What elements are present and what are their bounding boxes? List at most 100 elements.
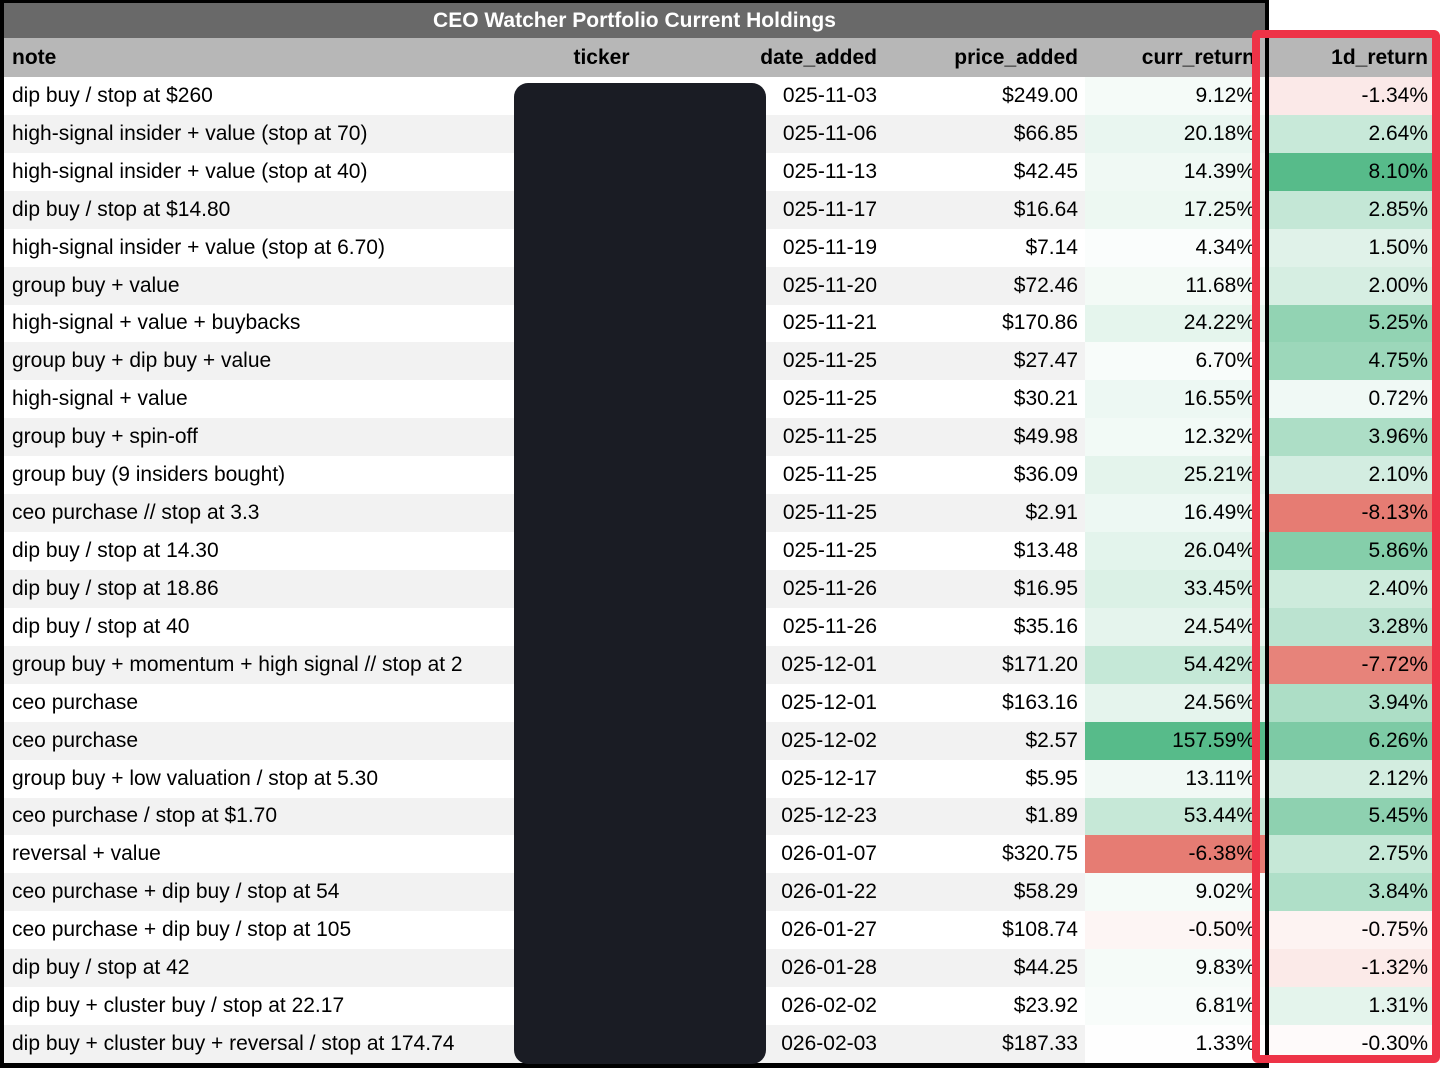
note-cell[interactable]: high-signal + value — [4, 380, 513, 418]
note-cell[interactable]: high-signal + value + buybacks — [4, 305, 513, 343]
1d-return-cell[interactable]: -0.30% — [1269, 1025, 1434, 1063]
note-cell[interactable]: dip buy + cluster buy + reversal / stop … — [4, 1025, 513, 1063]
table-title[interactable]: CEO Watcher Portfolio Current Holdings — [4, 3, 1265, 38]
note-cell[interactable]: group buy (9 insiders bought) — [4, 456, 513, 494]
price-added-cell[interactable]: $171.20 — [884, 646, 1085, 684]
1d-return-cell[interactable]: 1.50% — [1269, 228, 1434, 267]
curr-return-cell[interactable]: 6.81% — [1085, 987, 1265, 1026]
1d-return-cell[interactable]: 5.25% — [1269, 304, 1434, 343]
price-added-cell[interactable]: $36.09 — [884, 456, 1085, 494]
price-added-cell[interactable]: $66.85 — [884, 115, 1085, 153]
1d-return-cell[interactable]: -7.72% — [1269, 645, 1434, 684]
curr-return-cell[interactable]: 53.44% — [1085, 797, 1265, 836]
curr-return-cell[interactable]: 17.25% — [1085, 190, 1265, 229]
1d-return-cell[interactable]: 8.10% — [1269, 152, 1434, 191]
note-cell[interactable]: ceo purchase + dip buy / stop at 105 — [4, 911, 513, 949]
header-curr-return[interactable]: curr_return — [1085, 38, 1265, 77]
price-added-cell[interactable]: $16.64 — [884, 191, 1085, 229]
price-added-cell[interactable]: $5.95 — [884, 760, 1085, 798]
note-cell[interactable]: ceo purchase // stop at 3.3 — [4, 494, 513, 532]
curr-return-cell[interactable]: 24.54% — [1085, 607, 1265, 646]
curr-return-cell[interactable]: 6.70% — [1085, 342, 1265, 381]
note-cell[interactable]: high-signal insider + value (stop at 70) — [4, 115, 513, 153]
price-added-cell[interactable]: $170.86 — [884, 305, 1085, 343]
price-added-cell[interactable]: $23.92 — [884, 987, 1085, 1025]
price-added-cell[interactable]: $2.91 — [884, 494, 1085, 532]
price-added-cell[interactable]: $249.00 — [884, 77, 1085, 115]
curr-return-cell[interactable]: 24.56% — [1085, 683, 1265, 722]
note-cell[interactable]: dip buy / stop at 18.86 — [4, 570, 513, 608]
note-cell[interactable]: ceo purchase — [4, 722, 513, 760]
curr-return-cell[interactable]: 33.45% — [1085, 569, 1265, 608]
price-added-cell[interactable]: $2.57 — [884, 722, 1085, 760]
note-cell[interactable]: dip buy / stop at $260 — [4, 77, 513, 115]
header-note[interactable]: note — [4, 38, 513, 77]
1d-return-cell[interactable]: 2.40% — [1269, 569, 1434, 608]
1d-return-cell[interactable]: 2.12% — [1269, 759, 1434, 798]
curr-return-cell[interactable]: 9.02% — [1085, 873, 1265, 912]
curr-return-cell[interactable]: 20.18% — [1085, 114, 1265, 153]
price-added-cell[interactable]: $58.29 — [884, 873, 1085, 911]
note-cell[interactable]: reversal + value — [4, 835, 513, 873]
curr-return-cell[interactable]: 25.21% — [1085, 456, 1265, 495]
curr-return-cell[interactable]: 16.55% — [1085, 380, 1265, 419]
1d-return-cell[interactable]: 2.64% — [1269, 114, 1434, 153]
1d-return-cell[interactable]: 5.86% — [1269, 532, 1434, 570]
1d-return-cell[interactable]: 3.94% — [1269, 683, 1434, 722]
curr-return-cell[interactable]: 157.59% — [1085, 721, 1265, 760]
note-cell[interactable]: group buy + low valuation / stop at 5.30 — [4, 760, 513, 798]
1d-return-cell[interactable]: 3.96% — [1269, 418, 1434, 457]
note-cell[interactable]: dip buy / stop at 14.30 — [4, 532, 513, 570]
price-added-cell[interactable]: $1.89 — [884, 798, 1085, 836]
header-price-added[interactable]: price_added — [884, 38, 1085, 77]
curr-return-cell[interactable]: 16.49% — [1085, 494, 1265, 533]
curr-return-cell[interactable]: 1.33% — [1085, 1025, 1265, 1063]
price-added-cell[interactable]: $163.16 — [884, 684, 1085, 722]
note-cell[interactable]: dip buy / stop at 42 — [4, 949, 513, 987]
header-date-added[interactable]: date_added — [690, 38, 884, 77]
note-cell[interactable]: group buy + dip buy + value — [4, 342, 513, 380]
1d-return-cell[interactable]: 5.45% — [1269, 797, 1434, 836]
1d-return-cell[interactable]: 3.28% — [1269, 607, 1434, 646]
1d-return-cell[interactable]: 2.85% — [1269, 190, 1434, 229]
note-cell[interactable]: group buy + value — [4, 267, 513, 305]
price-added-cell[interactable]: $49.98 — [884, 418, 1085, 456]
curr-return-cell[interactable]: 4.34% — [1085, 228, 1265, 267]
1d-return-cell[interactable]: -8.13% — [1269, 494, 1434, 533]
1d-return-cell[interactable]: 2.00% — [1269, 266, 1434, 305]
price-added-cell[interactable]: $108.74 — [884, 911, 1085, 949]
1d-return-cell[interactable]: -0.75% — [1269, 911, 1434, 950]
1d-return-cell[interactable]: 3.84% — [1269, 873, 1434, 912]
note-cell[interactable]: group buy + momentum + high signal // st… — [4, 646, 513, 684]
note-cell[interactable]: group buy + spin-off — [4, 418, 513, 456]
1d-return-cell[interactable]: 1.31% — [1269, 987, 1434, 1026]
note-cell[interactable]: ceo purchase — [4, 684, 513, 722]
price-added-cell[interactable]: $72.46 — [884, 267, 1085, 305]
note-cell[interactable]: high-signal insider + value (stop at 40) — [4, 153, 513, 191]
price-added-cell[interactable]: $35.16 — [884, 608, 1085, 646]
note-cell[interactable]: ceo purchase / stop at $1.70 — [4, 798, 513, 836]
curr-return-cell[interactable]: 14.39% — [1085, 152, 1265, 191]
1d-return-cell[interactable]: 2.10% — [1269, 456, 1434, 495]
1d-return-cell[interactable]: 6.26% — [1269, 721, 1434, 760]
price-added-cell[interactable]: $13.48 — [884, 532, 1085, 570]
curr-return-cell[interactable]: -0.50% — [1085, 911, 1265, 950]
1d-return-cell[interactable]: 4.75% — [1269, 342, 1434, 381]
1d-return-cell[interactable]: 0.72% — [1269, 380, 1434, 419]
curr-return-cell[interactable]: 9.83% — [1085, 949, 1265, 988]
1d-return-cell[interactable]: -1.32% — [1269, 949, 1434, 988]
note-cell[interactable]: ceo purchase + dip buy / stop at 54 — [4, 873, 513, 911]
curr-return-cell[interactable]: -6.38% — [1085, 835, 1265, 874]
note-cell[interactable]: dip buy + cluster buy / stop at 22.17 — [4, 987, 513, 1025]
price-added-cell[interactable]: $30.21 — [884, 380, 1085, 418]
1d-return-cell[interactable]: 2.75% — [1269, 835, 1434, 874]
header-1d-return[interactable]: 1d_return — [1269, 38, 1434, 77]
note-cell[interactable]: dip buy / stop at $14.80 — [4, 191, 513, 229]
curr-return-cell[interactable]: 54.42% — [1085, 645, 1265, 684]
curr-return-cell[interactable]: 12.32% — [1085, 418, 1265, 457]
curr-return-cell[interactable]: 13.11% — [1085, 759, 1265, 798]
note-cell[interactable]: high-signal insider + value (stop at 6.7… — [4, 229, 513, 267]
1d-return-cell[interactable]: -1.34% — [1269, 77, 1434, 115]
price-added-cell[interactable]: $42.45 — [884, 153, 1085, 191]
curr-return-cell[interactable]: 11.68% — [1085, 266, 1265, 305]
